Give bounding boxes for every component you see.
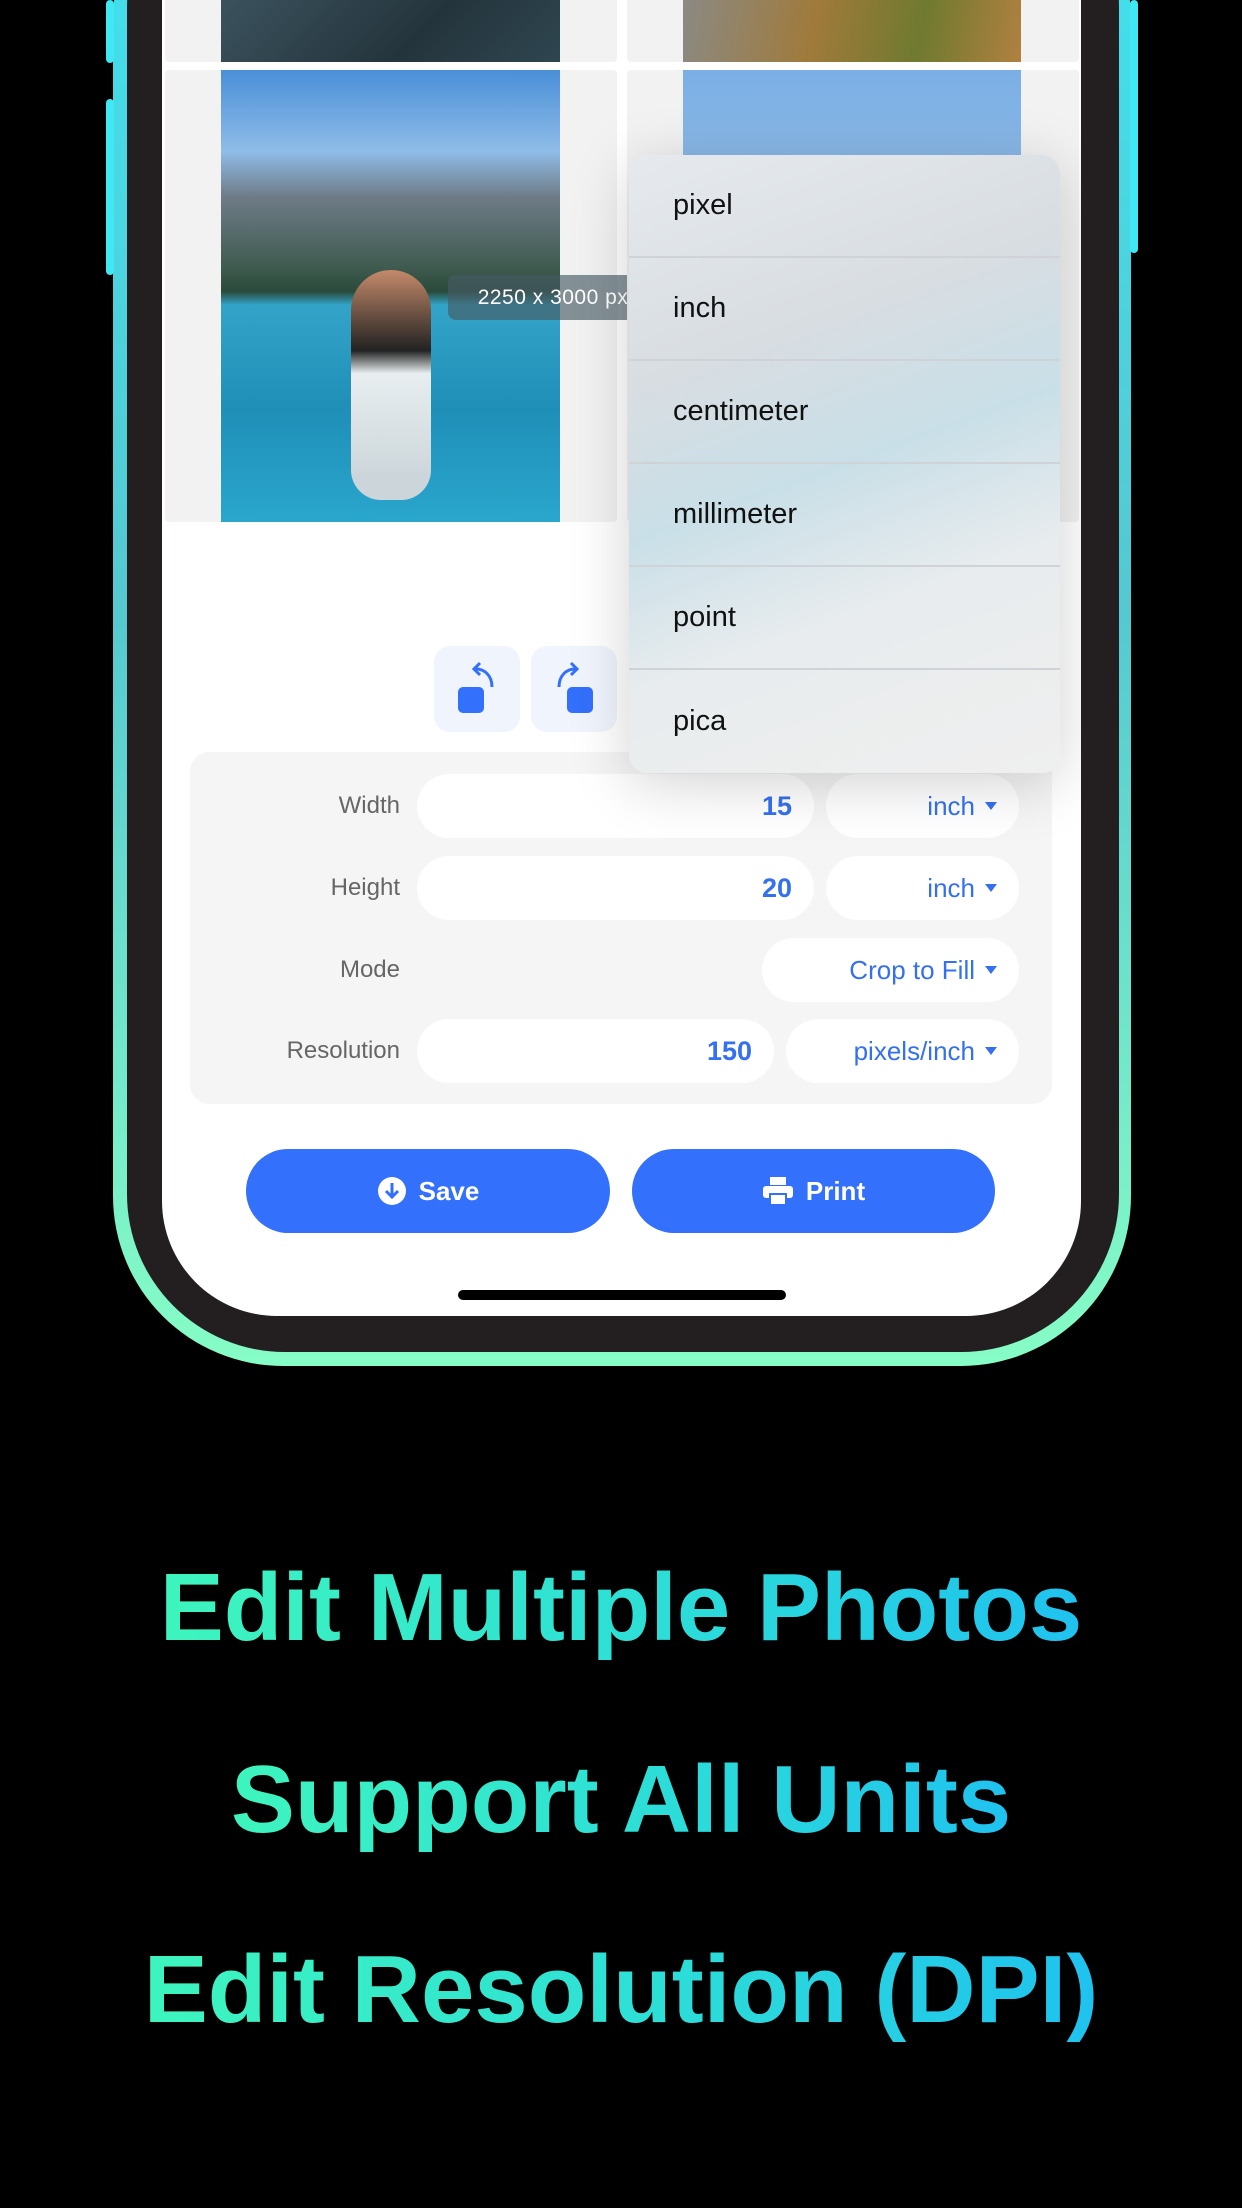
tagline-text: Edit Multiple Photos	[159, 1554, 1083, 1661]
menu-item-millimeter[interactable]: millimeter	[629, 464, 1060, 567]
caret-down-icon	[985, 1047, 997, 1055]
tagline-text: Support All Units	[230, 1746, 1012, 1853]
photo-thumbnail	[683, 0, 1021, 62]
resolution-unit-select[interactable]: pixels/inch	[786, 1019, 1019, 1083]
rotate-right-icon	[557, 661, 593, 713]
phone-side-button	[1130, 0, 1138, 253]
caret-down-icon	[985, 802, 997, 810]
photo-cell[interactable]: 2250 x 3000 px	[165, 70, 658, 522]
height-input[interactable]: 20	[417, 856, 814, 920]
tagline-1: Edit Multiple Photos	[0, 1553, 1242, 1663]
width-input[interactable]: 15	[417, 774, 814, 838]
rotate-right-button[interactable]	[531, 646, 617, 732]
menu-item-pica[interactable]: pica	[629, 670, 1060, 773]
height-unit-select[interactable]: inch	[826, 856, 1019, 920]
width-unit-select[interactable]: inch	[826, 774, 1019, 838]
mode-select[interactable]: Crop to Fill	[762, 938, 1019, 1002]
printer-icon	[762, 1177, 793, 1206]
width-label: Width	[338, 792, 400, 819]
download-circle-icon	[377, 1177, 406, 1205]
phone-side-button	[106, 99, 114, 275]
menu-item-point[interactable]: point	[629, 567, 1060, 670]
home-indicator	[458, 1290, 786, 1300]
height-unit-value: inch	[927, 872, 975, 903]
photo-cell[interactable]	[627, 0, 1079, 62]
resolution-unit-value: pixels/inch	[853, 1035, 975, 1066]
kayaker-figure	[351, 270, 431, 500]
menu-item-pixel[interactable]: pixel	[629, 155, 1060, 258]
tagline-text: Edit Resolution (DPI)	[143, 1936, 1099, 2043]
settings-panel: Width 15 inch Height 20 inch Mode Crop t…	[190, 752, 1052, 1104]
resolution-input[interactable]: 150	[417, 1019, 774, 1083]
photo-cell[interactable]	[165, 0, 617, 62]
tagline-3: Edit Resolution (DPI)	[0, 1935, 1242, 2045]
height-label: Height	[330, 874, 400, 901]
mode-value: Crop to Fill	[849, 954, 975, 985]
print-label: Print	[805, 1175, 866, 1206]
rotate-left-button[interactable]	[434, 646, 520, 732]
phone-side-button	[106, 0, 114, 63]
menu-item-centimeter[interactable]: centimeter	[629, 361, 1060, 464]
caret-down-icon	[985, 966, 997, 974]
caret-down-icon	[985, 884, 997, 892]
mode-label: Mode	[339, 956, 400, 983]
print-button[interactable]: Print	[632, 1149, 995, 1233]
tagline-2: Support All Units	[0, 1745, 1242, 1855]
photo-thumbnail	[221, 0, 560, 62]
rotate-left-icon	[458, 661, 494, 713]
save-label: Save	[418, 1175, 480, 1206]
save-button[interactable]: Save	[246, 1149, 610, 1233]
unit-dropdown-menu: pixel inch centimeter millimeter point p…	[629, 155, 1060, 773]
width-unit-value: inch	[927, 790, 975, 821]
resolution-label: Resolution	[286, 1037, 400, 1064]
app-screen: 2250 x 3000 px Width 15 inch Height 20 i…	[162, 0, 1081, 1316]
menu-item-inch[interactable]: inch	[629, 258, 1060, 361]
